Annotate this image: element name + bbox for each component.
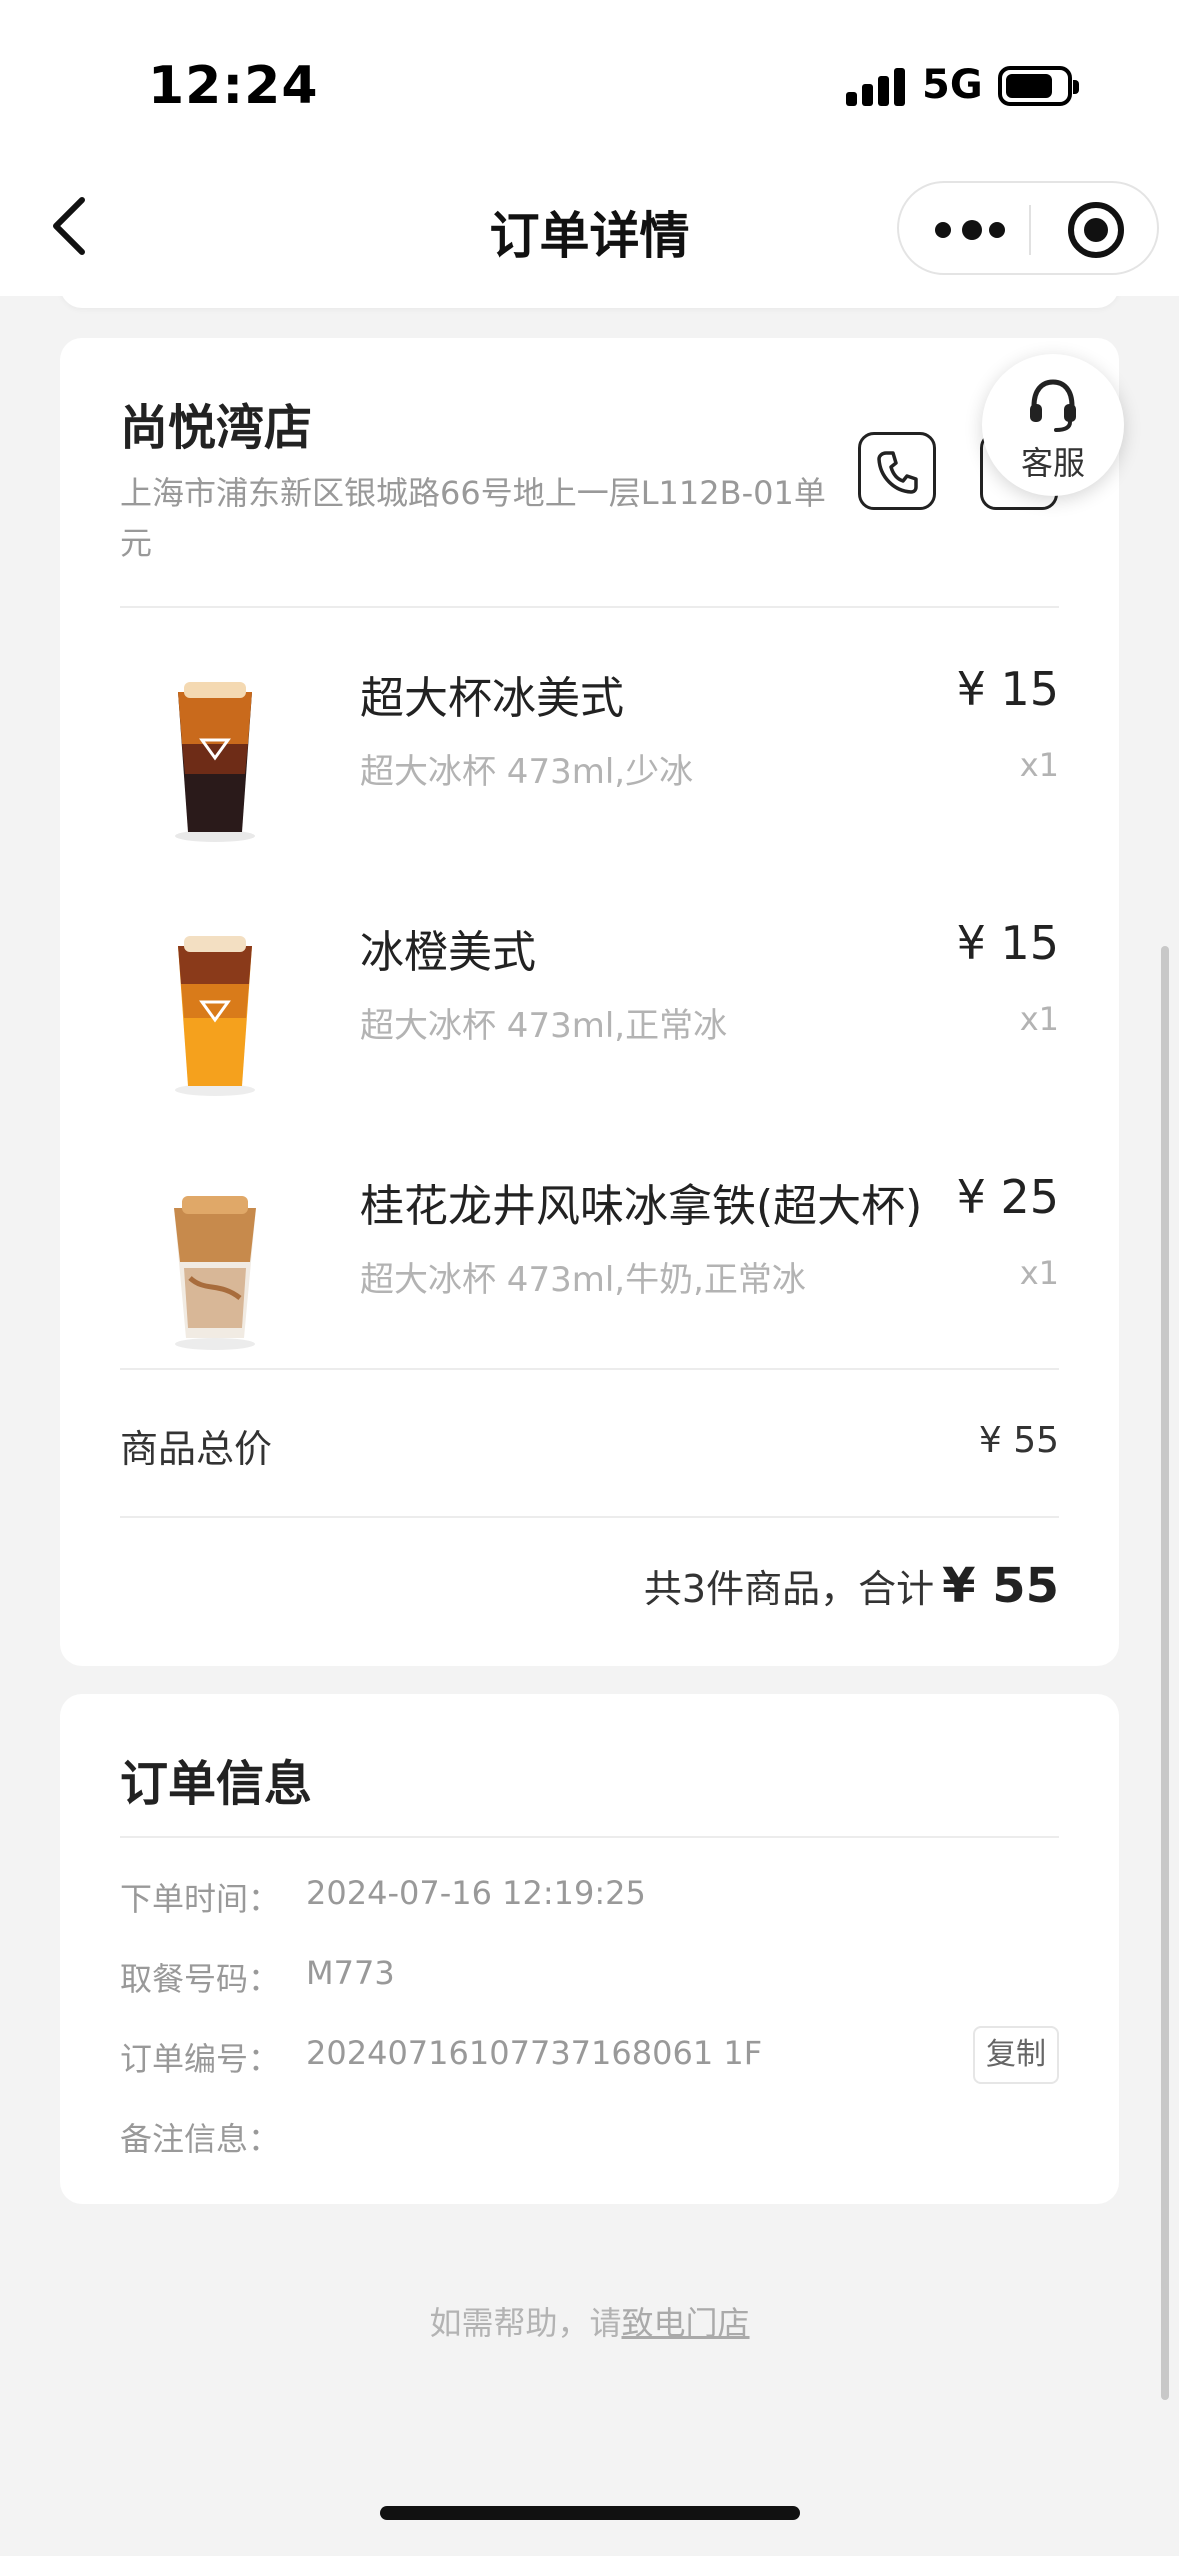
item-name: 冰橙美式 [360,927,536,978]
order-time-value: 2024-07-16 12:19:25 [306,1874,646,1912]
item-quantity: x1 [1019,1254,1059,1292]
item-spec: 超大冰杯 473ml,少冰 [360,752,694,792]
item-quantity: x1 [1019,1000,1059,1038]
iced-orange-americano-image [175,936,255,1096]
item-spec: 超大冰杯 473ml,正常冰 [360,1006,728,1046]
order-time-row: 下单时间： 2024-07-16 12:19:25 [120,1866,1059,1926]
divider [120,606,1059,608]
iced-americano-image [175,682,255,842]
item-price: ¥ 25 [956,1170,1059,1224]
home-indicator [380,2506,800,2520]
miniprogram-capsule [897,181,1159,275]
divider [120,1836,1059,1838]
item-name: 超大杯冰美式 [360,673,624,724]
order-time-label: 下单时间： [120,1880,281,1918]
capsule-divider [1029,205,1031,255]
store-address: 上海市浦东新区银城路66号地上一层L112B-01单元 [120,474,826,562]
remarks-row: 备注信息： [120,2106,1059,2166]
customer-service-button[interactable]: 客服 [982,354,1124,496]
total-prefix: 共3件商品，合计 [643,1567,935,1611]
subtotal-label: 商品总价 [120,1427,273,1471]
battery-icon [998,66,1079,106]
top-bar: 12:24 5G 订单详情 [0,0,1179,296]
copy-order-number-button[interactable]: 复制 [973,2026,1059,2084]
call-store-button[interactable] [858,432,936,510]
list-item: 桂花龙井风味冰拿铁(超大杯) 超大冰杯 473ml,牛奶,正常冰 ¥ 25 x1 [60,1142,1119,1392]
phone-icon [877,451,918,494]
more-button[interactable] [935,217,1005,243]
list-item: 超大杯冰美式 超大冰杯 473ml,少冰 ¥ 15 x1 [60,634,1119,884]
store-name: 尚悦湾店 [120,400,313,456]
total-row: 共3件商品，合计 ¥ 55 [644,1558,1059,1614]
help-prefix: 如需帮助，请 [429,2304,622,2342]
remarks-label: 备注信息： [120,2120,281,2158]
osmanthus-latte-image [174,1196,256,1350]
status-time: 12:24 [148,56,319,116]
subtotal-value: ¥ 55 [978,1420,1059,1461]
pickup-number-label: 取餐号码： [120,1960,281,1998]
order-number-value: 20240716107737168061 1F [306,2034,763,2072]
scrollbar[interactable] [1161,946,1169,2400]
network-label: 5G [922,62,983,108]
item-spec: 超大冰杯 473ml,牛奶,正常冰 [360,1260,806,1300]
headset-icon [1030,379,1076,432]
item-quantity: x1 [1019,746,1059,784]
close-miniprogram-button[interactable] [1068,202,1124,258]
help-text: 如需帮助，请致电门店 [0,2298,1179,2344]
divider [120,1368,1059,1370]
signal-icon [846,66,906,106]
order-number-label: 订单编号： [120,2040,281,2078]
pickup-number-row: 取餐号码： M773 [120,1946,1059,2006]
item-price: ¥ 15 [956,662,1059,716]
service-label: 客服 [1020,444,1085,482]
store-order-card: 尚悦湾店 上海市浦东新区银城路66号地上一层L112B-01单元 超大杯冰美式 … [60,338,1119,1666]
divider [120,1516,1059,1518]
list-item: 冰橙美式 超大冰杯 473ml,正常冰 ¥ 15 x1 [60,888,1119,1138]
order-info-card: 订单信息 下单时间： 2024-07-16 12:19:25 取餐号码： M77… [60,1694,1119,2204]
order-info-title: 订单信息 [120,1756,313,1812]
item-name: 桂花龙井风味冰拿铁(超大杯) [360,1181,923,1232]
total-amount: ¥ 55 [942,1558,1059,1614]
call-store-link[interactable]: 致电门店 [622,2304,750,2342]
order-detail-screen: 12:24 5G 订单详情 尚悦湾店 上海市浦东新区银城路66号地上一层L112… [0,0,1179,2556]
order-number-row: 订单编号： 20240716107737168061 1F 复制 [120,2026,1059,2086]
pickup-number-value: M773 [306,1954,395,1992]
item-price: ¥ 15 [956,916,1059,970]
